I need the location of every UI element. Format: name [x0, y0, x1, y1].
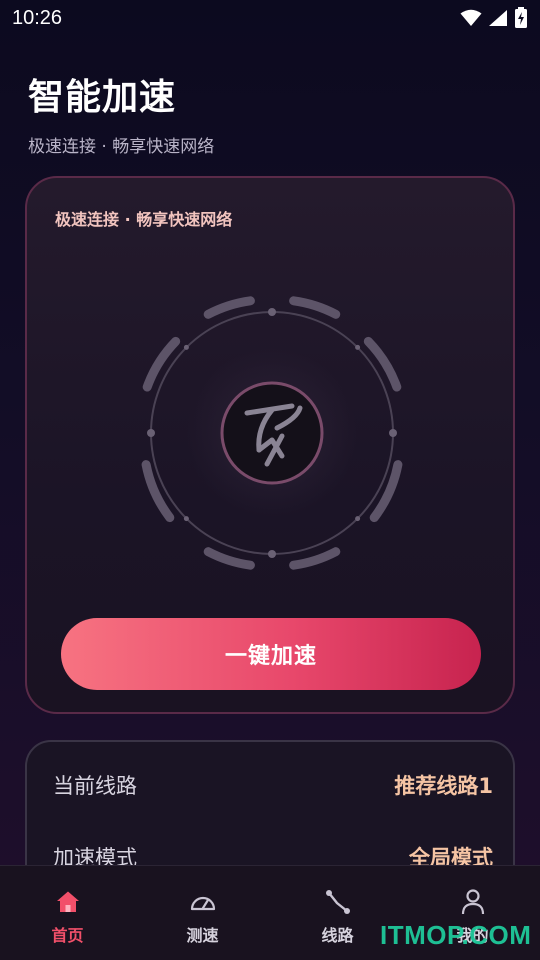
watermark: ITMOP.COM — [380, 920, 532, 950]
page-title: 智能加速 — [28, 76, 177, 117]
battery-icon — [515, 7, 527, 28]
route-value: 推荐线路1 — [394, 774, 493, 798]
route-icon — [324, 888, 352, 916]
page-subtitle: 极速连接 · 畅享快速网络 — [28, 137, 215, 157]
route-label: 当前线路 — [53, 774, 137, 798]
status-bar: 10:26 — [0, 0, 540, 36]
nav-item-routes[interactable]: 线路 — [288, 888, 388, 946]
page-header: 智能加速 极速连接 · 畅享快速网络 — [28, 68, 214, 157]
accelerate-card: 极速连接 · 畅享快速网络 一键加速 — [25, 176, 515, 714]
route-row[interactable]: 当前线路 推荐线路1 — [53, 770, 493, 800]
card-tagline: 极速连接 · 畅享快速网络 — [55, 210, 233, 229]
home-icon — [54, 888, 82, 916]
speedometer-icon — [189, 888, 217, 916]
status-time: 10:26 — [12, 6, 63, 29]
accelerate-dial[interactable] — [107, 268, 437, 598]
nav-item-speedtest[interactable]: 测速 — [153, 888, 253, 946]
nav-label-home: 首页 — [51, 926, 84, 945]
status-icons — [460, 7, 528, 29]
wifi-icon — [460, 9, 482, 26]
nav-label-routes: 线路 — [321, 926, 354, 945]
nav-item-home[interactable]: 首页 — [18, 888, 118, 946]
nav-label-speedtest: 测速 — [186, 926, 219, 945]
one-click-boost-button[interactable]: 一键加速 — [61, 618, 481, 690]
signal-icon — [489, 10, 507, 26]
user-icon — [459, 888, 487, 916]
center-logo-circle — [220, 381, 324, 485]
